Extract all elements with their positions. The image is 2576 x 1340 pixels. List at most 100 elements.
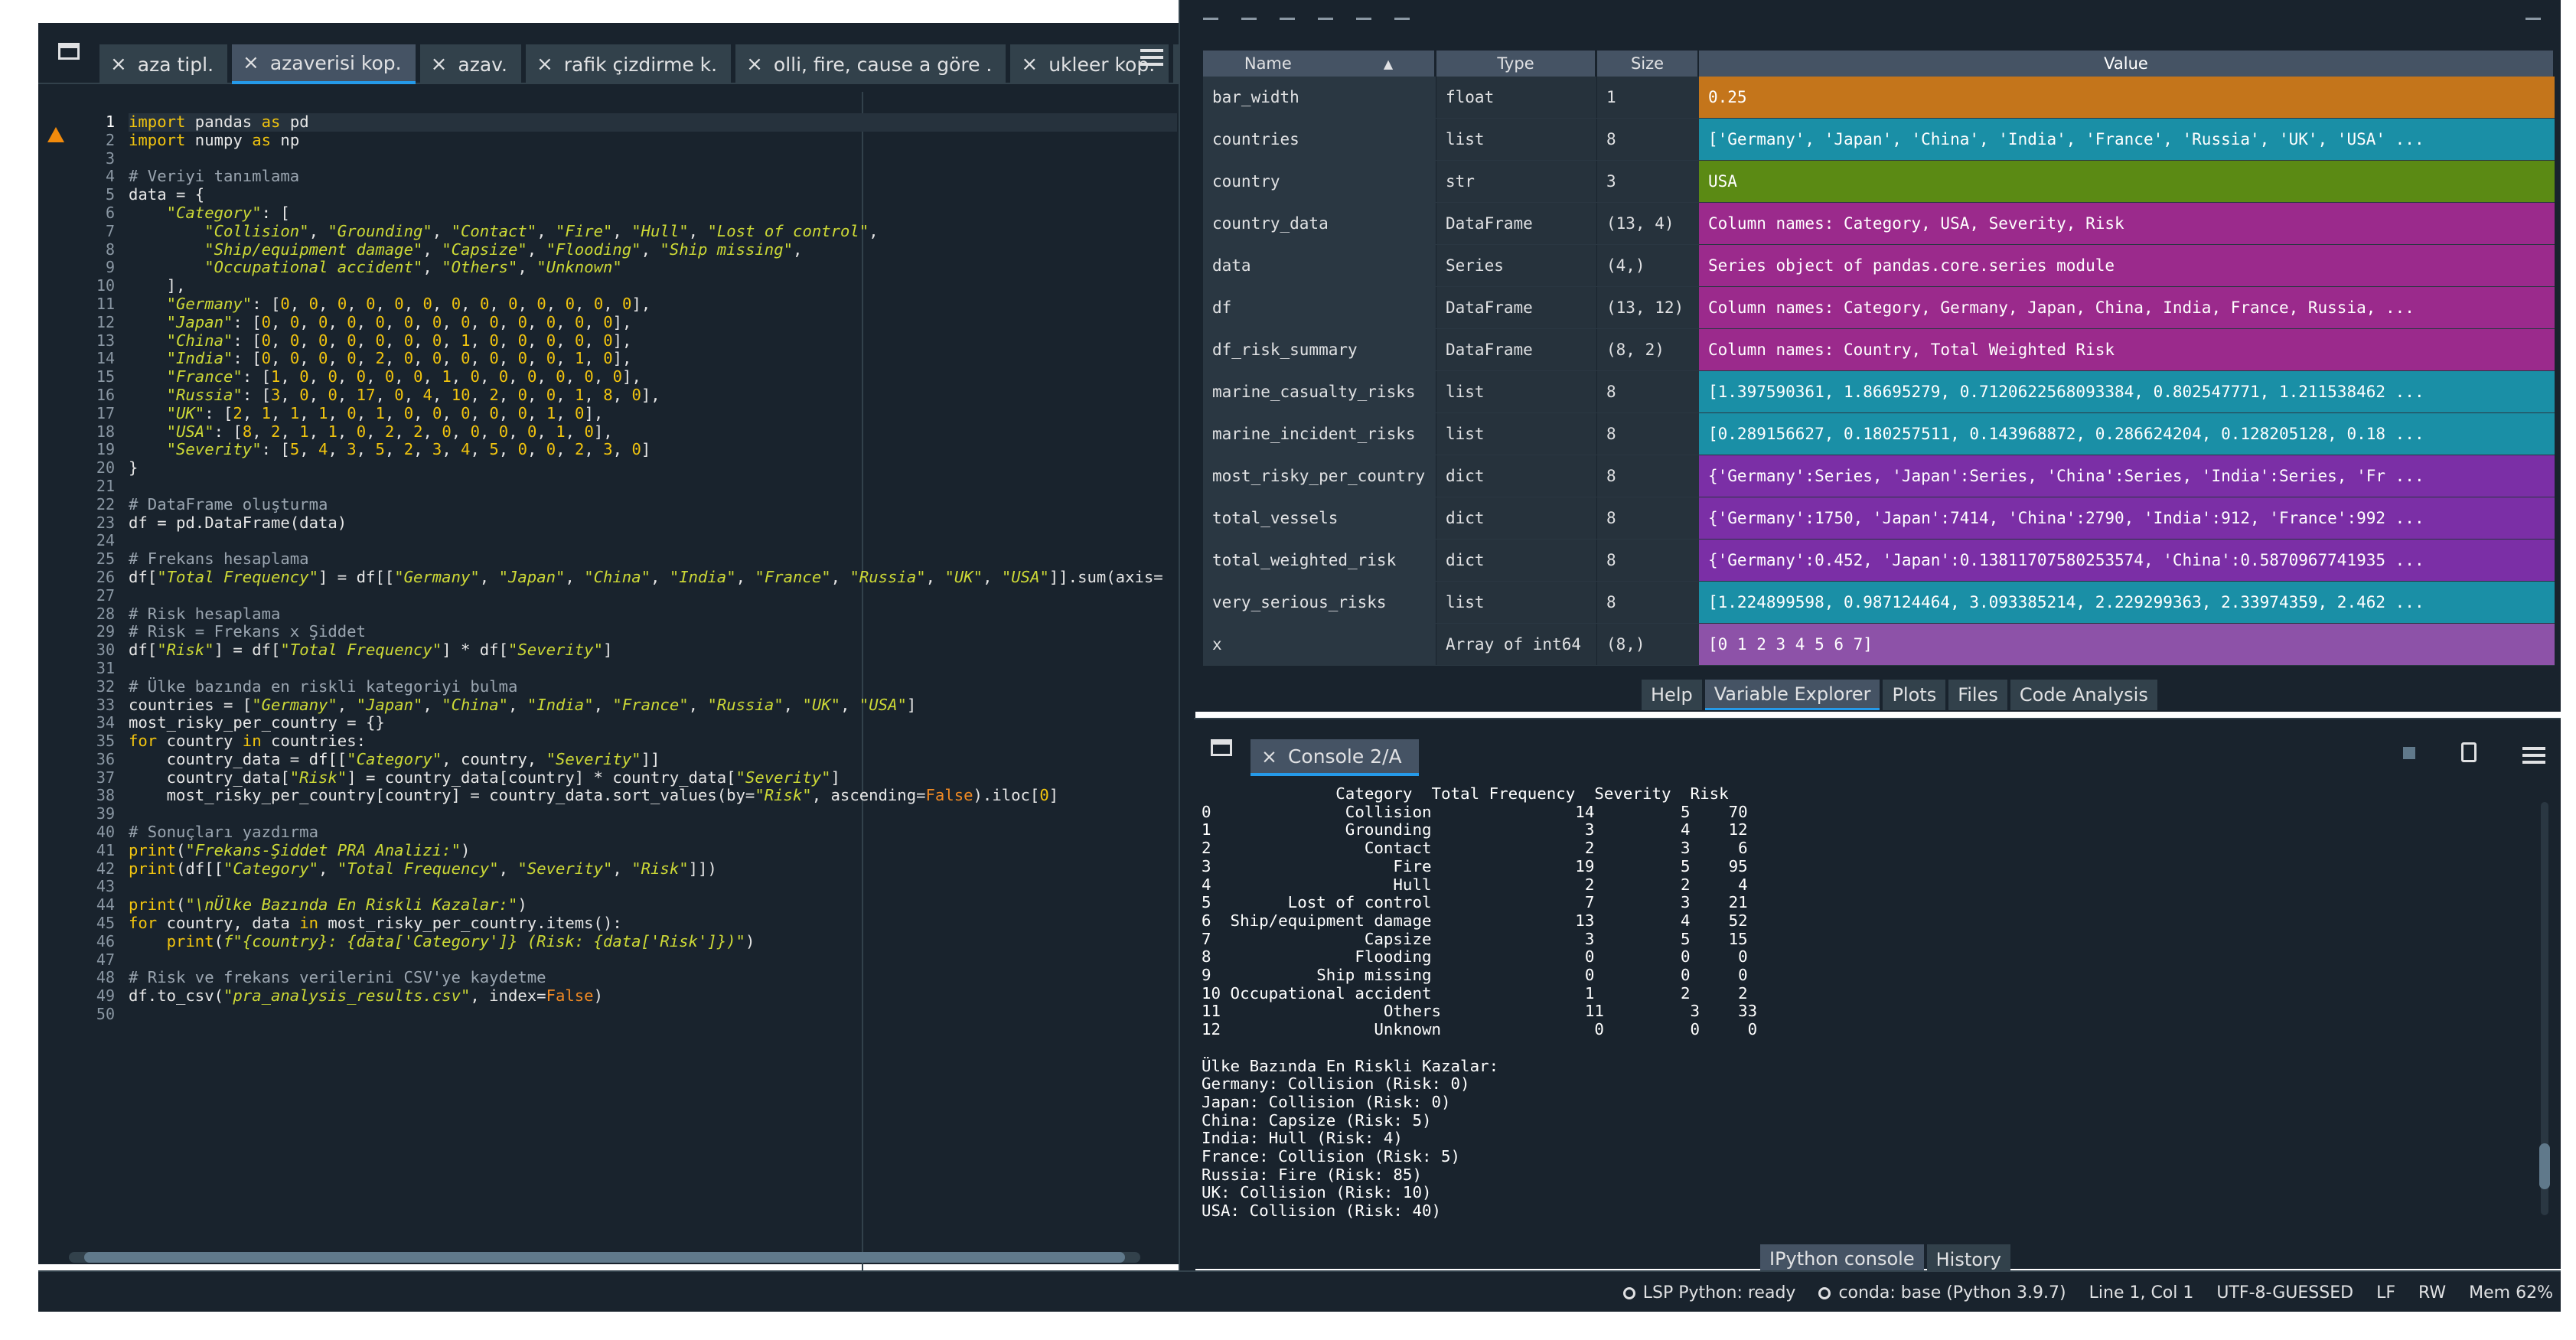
code-line[interactable]: data = { bbox=[129, 185, 1177, 204]
editor-tab[interactable]: × azaverisi kop. bbox=[232, 44, 416, 84]
lsp-status[interactable]: LSP Python: ready bbox=[1622, 1283, 1795, 1303]
scrollbar-thumb[interactable] bbox=[2539, 1143, 2550, 1189]
editor-tab[interactable]: × rafik çizdirme k. bbox=[525, 44, 732, 84]
variable-row[interactable]: most_risky_per_country dict 8 {'Germany':Se… bbox=[1203, 455, 2555, 497]
save-data-icon[interactable] bbox=[1241, 11, 1257, 20]
variable-row[interactable]: df DataFrame (13, 12) Column names: Categor… bbox=[1203, 287, 2555, 329]
code-line[interactable]: print("\nÜlke Bazında En Riskli Kazalar:… bbox=[129, 895, 1177, 915]
vertical-scrollbar[interactable] bbox=[2538, 787, 2552, 1231]
close-icon[interactable]: × bbox=[243, 51, 259, 74]
code-line[interactable]: ], bbox=[129, 276, 1177, 295]
code-line[interactable]: for country, data in most_risky_per_coun… bbox=[129, 914, 1177, 933]
code-line[interactable]: "UK": [2, 1, 1, 1, 0, 1, 0, 0, 0, 0, 0, … bbox=[129, 404, 1177, 423]
code-line[interactable]: # Risk = Frekans x Şiddet bbox=[129, 622, 1177, 641]
variable-row[interactable]: total_vessels dict 8 {'Germany':1750, 'Japa… bbox=[1203, 497, 2555, 540]
code-line[interactable]: "France": [1, 0, 0, 0, 0, 0, 1, 0, 0, 0,… bbox=[129, 367, 1177, 386]
code-line[interactable]: # Ülke bazında en riskli kategoriyi bulm… bbox=[129, 677, 1177, 696]
code-line[interactable]: "India": [0, 0, 0, 0, 2, 0, 0, 0, 0, 0, … bbox=[129, 349, 1177, 368]
variable-row[interactable]: country str 3 USA bbox=[1203, 161, 2555, 203]
variable-row[interactable]: total_weighted_risk dict 8 {'Germany':0.452… bbox=[1203, 540, 2555, 582]
code-line[interactable]: ​ bbox=[129, 587, 1177, 605]
window-icon[interactable] bbox=[58, 43, 80, 60]
code-line[interactable]: ​ bbox=[129, 805, 1177, 823]
variable-row[interactable]: x Array of int64 (8,) [0 1 2 3 4 5 6 7] bbox=[1203, 624, 2555, 666]
close-icon[interactable]: × bbox=[110, 53, 127, 76]
code-line[interactable]: "Occupational accident", "Others", "Unkn… bbox=[129, 258, 1177, 277]
code-line[interactable]: # Risk ve frekans verilerini CSV'ye kayd… bbox=[129, 969, 1177, 987]
close-icon[interactable]: × bbox=[536, 53, 553, 76]
pane-tab[interactable]: Code Analysis bbox=[2010, 680, 2157, 710]
console-tab[interactable]: × Console 2/A bbox=[1251, 739, 1419, 776]
search-icon[interactable] bbox=[1356, 11, 1371, 20]
code-line[interactable]: ​ bbox=[129, 478, 1177, 496]
variable-value[interactable]: {'Germany':1750, 'Japan':7414, 'China':2… bbox=[1699, 497, 2555, 539]
close-icon[interactable]: × bbox=[1261, 745, 1277, 768]
variable-row[interactable]: countries list 8 ['Germany', 'Japan', 'Chin… bbox=[1203, 119, 2555, 161]
code-line[interactable]: print(f"{country}: {data['Category']} (R… bbox=[129, 932, 1177, 951]
hamburger-menu-icon[interactable] bbox=[2522, 747, 2545, 764]
code-editor[interactable]: import pandas as pdimport numpy as np​# … bbox=[129, 113, 1177, 1231]
column-header-type[interactable]: Type bbox=[1436, 51, 1596, 77]
close-icon[interactable]: × bbox=[1021, 53, 1038, 76]
variable-value[interactable]: {'Germany':0.452, 'Japan':0.138117075802… bbox=[1699, 540, 2555, 581]
code-line[interactable]: print(df[["Category", "Total Frequency",… bbox=[129, 859, 1177, 879]
column-header-name[interactable]: Name ▲ bbox=[1203, 51, 1436, 77]
code-line[interactable]: ​ bbox=[129, 660, 1177, 678]
code-line[interactable]: "Germany": [0, 0, 0, 0, 0, 0, 0, 0, 0, 0… bbox=[129, 295, 1177, 314]
variable-value[interactable]: 0.25 bbox=[1699, 77, 2555, 118]
code-line[interactable]: print("Frekans-Şiddet PRA Analizi:") bbox=[129, 841, 1177, 860]
variable-value[interactable]: {'Germany':Series, 'Japan':Series, 'Chin… bbox=[1699, 455, 2555, 497]
code-line[interactable]: df["Risk"] = df["Total Frequency"] * df[… bbox=[129, 641, 1177, 660]
pane-splitter[interactable] bbox=[1179, 0, 1195, 1270]
remove-all-icon[interactable] bbox=[1318, 11, 1333, 20]
close-icon[interactable]: × bbox=[431, 53, 448, 76]
code-line[interactable]: "Ship/equipment damage", "Capsize", "Flo… bbox=[129, 240, 1177, 259]
variable-value[interactable]: USA bbox=[1699, 161, 2555, 202]
code-line[interactable]: # Sonuçları yazdırma bbox=[129, 823, 1177, 842]
code-line[interactable]: # Frekans hesaplama bbox=[129, 549, 1177, 569]
code-line[interactable]: ​ bbox=[129, 1006, 1177, 1024]
console-output[interactable]: Category Total Frequency Severity Risk 0 … bbox=[1202, 785, 2518, 1221]
code-line[interactable]: "Japan": [0, 0, 0, 0, 0, 0, 0, 0, 0, 0, … bbox=[129, 313, 1177, 332]
variable-value[interactable]: [0 1 2 3 4 5 6 7] bbox=[1699, 624, 2555, 665]
code-line[interactable]: } bbox=[129, 458, 1177, 478]
code-line[interactable]: # Veriyi tanımlama bbox=[129, 167, 1177, 186]
code-line[interactable]: "China": [0, 0, 0, 0, 0, 0, 0, 1, 0, 0, … bbox=[129, 331, 1177, 350]
code-line[interactable]: # Risk hesaplama bbox=[129, 605, 1177, 624]
variable-row[interactable]: data Series (4,) Series object of pandas.co… bbox=[1203, 245, 2555, 287]
variable-row[interactable]: very_serious_risks list 8 [1.224899598, 0.9… bbox=[1203, 582, 2555, 624]
code-line[interactable]: df = pd.DataFrame(data) bbox=[129, 514, 1177, 533]
stop-icon[interactable] bbox=[2403, 747, 2415, 759]
code-line[interactable]: most_risky_per_country[country] = countr… bbox=[129, 787, 1177, 805]
pane-tab[interactable]: Files bbox=[1948, 680, 2007, 710]
code-line[interactable]: ​ bbox=[129, 951, 1177, 970]
column-header-size[interactable]: Size bbox=[1596, 51, 1699, 77]
code-line[interactable]: ​ bbox=[129, 150, 1177, 168]
column-header-value[interactable]: Value bbox=[1699, 51, 2555, 77]
code-line[interactable]: df.to_csv("pra_analysis_results.csv", in… bbox=[129, 986, 1177, 1006]
code-line[interactable]: for country in countries: bbox=[129, 732, 1177, 751]
code-line[interactable]: country_data = df[["Category", country, … bbox=[129, 750, 1177, 769]
editor-tab[interactable]: × azav. bbox=[419, 44, 521, 84]
code-line[interactable]: most_risky_per_country = {} bbox=[129, 713, 1177, 732]
window-icon[interactable] bbox=[1211, 739, 1232, 756]
variable-value[interactable]: Column names: Category, Germany, Japan, … bbox=[1699, 287, 2555, 328]
hamburger-menu-icon[interactable] bbox=[1140, 49, 1163, 66]
code-line[interactable]: import pandas as pd bbox=[129, 113, 1177, 132]
editor-tab[interactable]: × olli, fire, cause a göre . bbox=[735, 44, 1006, 84]
variable-row[interactable]: bar_width float 1 0.25 bbox=[1203, 77, 2555, 119]
code-line[interactable]: import numpy as np bbox=[129, 131, 1177, 150]
code-line[interactable]: "Category": [ bbox=[129, 204, 1177, 223]
options-icon[interactable] bbox=[2525, 11, 2541, 20]
code-line[interactable]: "Russia": [3, 0, 0, 17, 0, 4, 10, 2, 0, … bbox=[129, 386, 1177, 405]
editor-tab[interactable]: × aza tipl. bbox=[99, 44, 228, 84]
variable-row[interactable]: df_risk_summary DataFrame (8, 2) Column nam… bbox=[1203, 329, 2555, 371]
code-line[interactable]: "Collision", "Grounding", "Contact", "Fi… bbox=[129, 222, 1177, 241]
variable-value[interactable]: [0.289156627, 0.180257511, 0.143968872, … bbox=[1699, 413, 2555, 455]
variable-value[interactable]: Column names: Category, USA, Severity, R… bbox=[1699, 203, 2555, 244]
code-line[interactable]: country_data["Risk"] = country_data[coun… bbox=[129, 768, 1177, 787]
code-line[interactable]: countries = ["Germany", "Japan", "China"… bbox=[129, 696, 1177, 715]
close-icon[interactable]: × bbox=[746, 53, 763, 76]
variable-row[interactable]: marine_casualty_risks list 8 [1.397590361, … bbox=[1203, 371, 2555, 413]
code-line[interactable]: # DataFrame oluşturma bbox=[129, 495, 1177, 514]
